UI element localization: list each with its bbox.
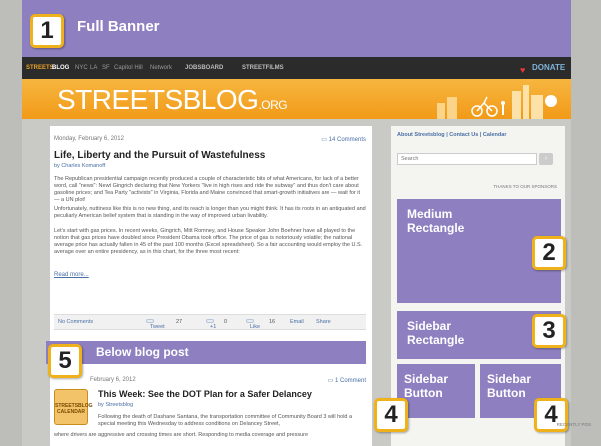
skyline-illustration — [437, 85, 557, 119]
tweet-count: 27 — [176, 319, 183, 325]
sponsors-heading: THANKS TO OUR SPONSORS — [493, 184, 557, 189]
comment-icon: ▭ — [321, 137, 329, 143]
calendar-thumbnail[interactable]: STREETSBLOG CALENDAR — [54, 389, 93, 425]
tweet-label: Tweet — [150, 324, 165, 330]
nav-brand-blog[interactable]: BLOG — [52, 65, 69, 71]
post-paragraph: Following the death of Dashane Santana, … — [98, 414, 353, 427]
sidebar-button-label: Sidebar Button — [487, 372, 532, 400]
nav-brand-streets[interactable]: STREETS — [26, 65, 54, 71]
like-button[interactable]: Like — [246, 319, 260, 330]
sidebar-button-label: Sidebar Button — [404, 372, 449, 400]
left-margin — [0, 0, 22, 446]
post-comments-link[interactable]: ▭ 1 Comment — [328, 377, 366, 384]
contact-link[interactable]: Contact Us — [449, 132, 478, 138]
medium-rectangle-label: Medium Rectangle — [407, 207, 465, 235]
donate-link[interactable]: DONATE — [532, 63, 565, 72]
right-margin — [571, 0, 601, 446]
share-bar: No Comments Tweet 27 +1 0 Like 16 Email … — [54, 314, 366, 330]
post-comments-count: 14 Comments — [328, 137, 366, 143]
below-post-label: Below blog post — [96, 345, 189, 359]
nav-link-la[interactable]: LA — [90, 65, 97, 71]
nav-link-sf[interactable]: SF — [102, 65, 110, 71]
ad-number-badge: 5 — [48, 344, 82, 378]
nav-streetfilms[interactable]: STREETFILMS — [242, 65, 284, 71]
sidebar-links: About Streetsblog | Contact Us | Calenda… — [397, 132, 507, 138]
masthead: STREETSBLOG.ORG — [22, 79, 571, 119]
share-link[interactable]: Share — [316, 319, 331, 325]
email-link[interactable]: Email — [290, 319, 304, 325]
full-banner-ad[interactable]: Full Banner — [22, 0, 571, 57]
post-byline[interactable]: by Streetsblog — [98, 402, 133, 408]
search-button[interactable]: › — [539, 153, 553, 165]
nav-link-capitol-hill[interactable]: Capitol Hill — [114, 65, 143, 71]
post-comments-link[interactable]: ▭ 14 Comments — [321, 136, 366, 143]
nav-jobs-board[interactable]: JOBSBOARD — [185, 65, 223, 71]
post-date: Monday, February 6, 2012 — [54, 136, 124, 142]
post-date: February 6, 2012 — [90, 377, 136, 383]
arrow-right-icon: › — [544, 155, 548, 162]
full-banner-label: Full Banner — [77, 18, 160, 35]
post-comments-count: 1 Comment — [334, 378, 366, 384]
recent-posts-heading: RECENTLY POS — [556, 422, 591, 427]
sidebar-button-ad[interactable]: Sidebar Button — [397, 364, 475, 418]
logo-suffix: .ORG — [258, 98, 288, 112]
post-paragraph: Unfortunately, nuttiness like this is no… — [54, 206, 366, 219]
nav-link-nyc[interactable]: NYC — [75, 65, 88, 71]
read-more-link[interactable]: Read more... — [54, 272, 89, 278]
about-link[interactable]: About Streetsblog — [397, 132, 445, 138]
calendar-link[interactable]: Calendar — [483, 132, 507, 138]
logo-text: STREETSBLOG — [57, 84, 259, 115]
top-nav: STREETS BLOG NYC LA SF Capitol Hill Netw… — [22, 57, 571, 79]
below-post-ad[interactable]: Below blog post — [46, 341, 366, 364]
heart-icon: ♥ — [520, 65, 526, 75]
like-count: 16 — [269, 319, 276, 325]
site-logo[interactable]: STREETSBLOG.ORG — [57, 84, 288, 116]
post-paragraph: where drivers are aggressive and crossin… — [54, 432, 309, 438]
ad-number-badge: 3 — [532, 314, 566, 348]
post-paragraph: The Republican presidential campaign rec… — [54, 176, 361, 203]
nav-link-network[interactable]: Network — [150, 65, 172, 71]
no-comments-link[interactable]: No Comments — [58, 319, 93, 325]
like-label: Like — [250, 324, 261, 330]
post-byline[interactable]: by Charles Komanoff — [54, 163, 105, 169]
plus-one-count: 0 — [224, 319, 228, 325]
ad-number-badge: 2 — [532, 236, 566, 270]
post-title[interactable]: This Week: See the DOT Plan for a Safer … — [98, 389, 312, 399]
comment-icon: ▭ — [327, 378, 335, 384]
search-input[interactable] — [397, 153, 537, 165]
main-content: Monday, February 6, 2012 ▭ 14 Comments L… — [50, 126, 372, 446]
tweet-button[interactable]: Tweet — [146, 319, 165, 330]
post-paragraph: Let's start with gas prices. In recent w… — [54, 228, 363, 255]
ad-number-badge: 4 — [374, 398, 408, 432]
post-title[interactable]: Life, Liberty and the Pursuit of Wastefu… — [54, 150, 265, 161]
plus-one-label: +1 — [210, 324, 217, 330]
ad-number-badge: 1 — [30, 14, 64, 48]
plus-one-button[interactable]: +1 — [206, 319, 216, 330]
sidebar-rectangle-label: Sidebar Rectangle — [407, 319, 465, 347]
